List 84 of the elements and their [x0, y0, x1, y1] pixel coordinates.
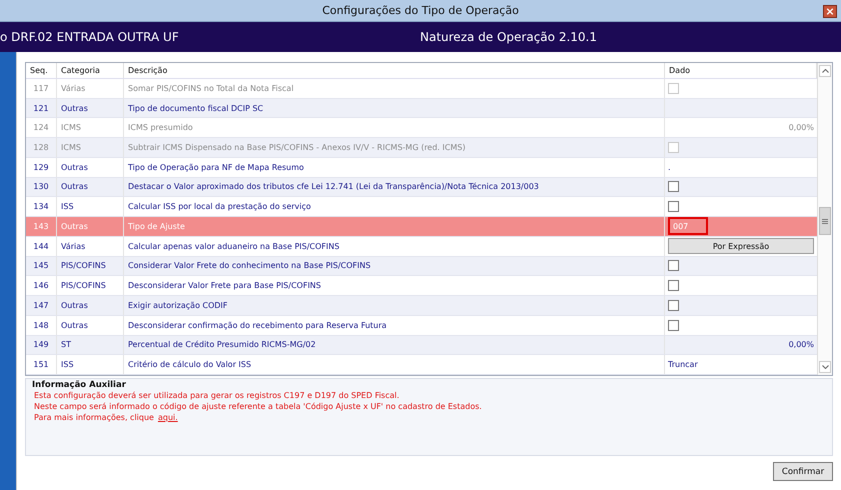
- table-row[interactable]: 147 Outras Exigir autorização CODIF: [26, 296, 817, 316]
- column-header[interactable]: Descrição: [124, 63, 665, 78]
- column-header[interactable]: Categoria: [57, 63, 124, 78]
- table-cell: Outras: [57, 158, 124, 177]
- scroll-down-icon[interactable]: [819, 361, 831, 373]
- confirm-button[interactable]: Confirmar: [773, 462, 833, 481]
- table-row[interactable]: 134 ISS Calcular ISS por local da prestação do serviço: [26, 197, 817, 218]
- scroll-up-icon[interactable]: [819, 65, 831, 77]
- checkbox[interactable]: [668, 201, 679, 212]
- table-cell: Somar PIS/COFINS no Total da Nota Fiscal: [124, 78, 665, 98]
- table-cell: Outras: [57, 296, 124, 315]
- checkbox[interactable]: [668, 181, 679, 192]
- checkbox[interactable]: [668, 300, 679, 311]
- value-text: 0,00%: [788, 123, 814, 132]
- info-title: Informação Auxiliar: [32, 380, 127, 390]
- window-title: Configurações do Tipo de Operação: [322, 4, 519, 17]
- table-cell: ICMS: [57, 118, 124, 138]
- table-cell: 121: [26, 98, 57, 118]
- table-cell: Calcular ISS por local da prestação do serviço: [124, 197, 665, 216]
- checkbox[interactable]: [668, 320, 679, 331]
- table-cell: PIS/COFINS: [57, 256, 124, 276]
- table-cell: Desconsiderar confirmação do recebimento para Reserva Futura: [124, 316, 665, 334]
- table-cell: ISS: [57, 197, 124, 216]
- table-row[interactable]: 151 ISS Critério de cálculo do Valor ISS Truncar: [26, 355, 817, 375]
- table-cell: Desconsiderar Valor Frete para Base PIS/COFINS: [124, 276, 665, 296]
- nature-title: Natureza de Operação 2.10.1: [420, 30, 597, 44]
- table-row[interactable]: 145 PIS/COFINS Considerar Valor Frete do conhecimento na Base PIS/COFINS: [26, 256, 817, 276]
- table-cell: ST: [57, 336, 124, 354]
- table-cell: 130: [26, 178, 57, 196]
- info-text: Neste campo será informado o código de ajuste referente a tabela 'Código Ajuste x UF' no cadastro de Estados.: [33, 401, 483, 412]
- table-row[interactable]: 148 Outras Desconsiderar confirmação do recebimento para Reserva Futura: [26, 316, 817, 336]
- table-row[interactable]: 129 Outras Tipo de Operação para NF de Mapa Resumo .: [26, 158, 817, 178]
- table-cell: Critério de cálculo do Valor ISS: [124, 355, 665, 374]
- table-cell: 147: [26, 296, 57, 315]
- operation-title: o DRF.02 ENTRADA OUTRA UF: [0, 30, 180, 44]
- checkbox[interactable]: [668, 280, 679, 292]
- expression-button[interactable]: Por Expressão: [668, 238, 814, 254]
- table-cell: 124: [26, 118, 57, 138]
- more-info-link[interactable]: aqui.: [158, 413, 178, 422]
- info-text: Esta configuração deverá ser utilizada para gerar os registros C197 e D197 do SPED Fiscal.: [33, 390, 400, 401]
- table-cell: 134: [26, 197, 57, 216]
- table-cell: Percentual de Crédito Presumido RICMS-MG/02: [124, 336, 665, 354]
- column-header[interactable]: Seq.: [26, 63, 57, 78]
- table-cell: PIS/COFINS: [57, 276, 124, 296]
- value-text: 0,00%: [788, 340, 814, 350]
- table-cell: 144: [26, 236, 57, 256]
- table-cell: Outras: [57, 178, 124, 196]
- table-cell: ICMS: [57, 138, 124, 157]
- table-row[interactable]: 146 PIS/COFINS Desconsiderar Valor Frete para Base PIS/COFINS: [26, 276, 817, 296]
- table-cell: Calcular apenas valor aduaneiro na Base PIS/COFINS: [124, 236, 665, 256]
- table-cell: 146: [26, 276, 57, 296]
- table-cell: 151: [26, 355, 57, 374]
- info-text: Para mais informações, clique aqui.: [33, 412, 179, 423]
- table-cell: Tipo de Operação para NF de Mapa Resumo: [124, 158, 665, 177]
- table-cell: Várias: [57, 78, 124, 98]
- table-cell: Várias: [57, 236, 124, 256]
- table-cell: ICMS presumido: [124, 118, 665, 138]
- table-cell: Tipo de documento fiscal DCIP SC: [124, 98, 665, 118]
- table-cell: Exigir autorização CODIF: [124, 296, 665, 315]
- scroll-thumb[interactable]: [819, 207, 831, 235]
- table-cell: Destacar o Valor aproximado dos tributos cfe Lei 12.741 (Lei da Transparência)/Nota Técnica 2013/003: [124, 178, 665, 196]
- table-cell: Outras: [57, 98, 124, 118]
- table-cell: Considerar Valor Frete do conhecimento na Base PIS/COFINS: [124, 256, 665, 276]
- table-row[interactable]: 130 Outras Destacar o Valor aproximado dos tributos cfe Lei 12.741 (Lei da Transparência)/Nota Técnica 2013/003: [26, 178, 817, 198]
- table-cell: 117: [26, 78, 57, 98]
- table-cell: 149: [26, 336, 57, 354]
- value-text: Truncar: [668, 360, 698, 370]
- value-text: .: [668, 162, 671, 172]
- scrollbar[interactable]: [817, 63, 832, 375]
- table-cell: ISS: [57, 355, 124, 374]
- checkbox[interactable]: [668, 260, 679, 272]
- table-cell: 148: [26, 316, 57, 334]
- table-cell: 145: [26, 256, 57, 276]
- close-button[interactable]: ×: [823, 5, 837, 18]
- table-cell: Tipo de Ajuste: [124, 217, 665, 236]
- table-cell: Subtrair ICMS Dispensado na Base PIS/COFINS - Anexos IV/V - RICMS-MG (red. ICMS): [124, 138, 665, 157]
- table-cell: Outras: [57, 316, 124, 334]
- table-row[interactable]: 149 ST Percentual de Crédito Presumido RICMS-MG/02 0,00%: [26, 336, 817, 356]
- table-cell: 143: [26, 217, 57, 236]
- table-cell: 129: [26, 158, 57, 177]
- table-cell: 128: [26, 138, 57, 157]
- table-row[interactable]: 121 Outras Tipo de documento fiscal DCIP SC: [26, 98, 817, 118]
- table-row[interactable]: 144 Várias Calcular apenas valor aduaneiro na Base PIS/COFINS Por Expressão: [26, 236, 817, 257]
- table-cell: Outras: [57, 217, 124, 236]
